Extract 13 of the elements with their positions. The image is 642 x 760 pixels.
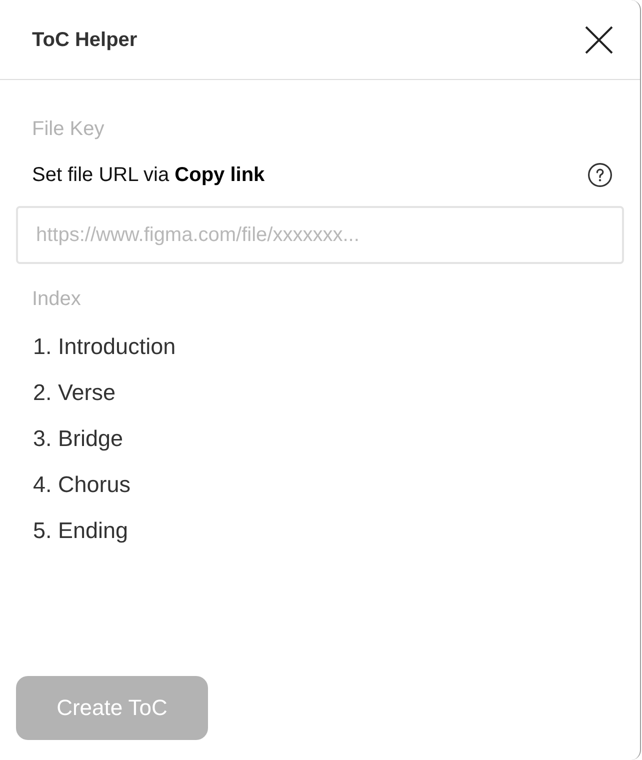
window-title: ToC Helper	[32, 28, 138, 52]
index-item: 3. Bridge	[33, 425, 124, 453]
field-label: File Key	[32, 117, 104, 141]
index-item: 5. Ending	[33, 517, 128, 545]
index-item: 2. Verse	[33, 379, 116, 407]
index-item: 1. Introduction	[33, 333, 176, 361]
instruction-text: Set file URL via Copy link	[32, 163, 265, 187]
section-label: Index	[32, 287, 81, 311]
url-input-field[interactable]: https://www.figma.com/file/xxxxxxx...	[16, 206, 624, 264]
help-icon[interactable]	[588, 163, 612, 187]
close-icon	[585, 26, 613, 54]
index-item: 4. Chorus	[33, 471, 131, 499]
close-button[interactable]	[585, 26, 613, 54]
